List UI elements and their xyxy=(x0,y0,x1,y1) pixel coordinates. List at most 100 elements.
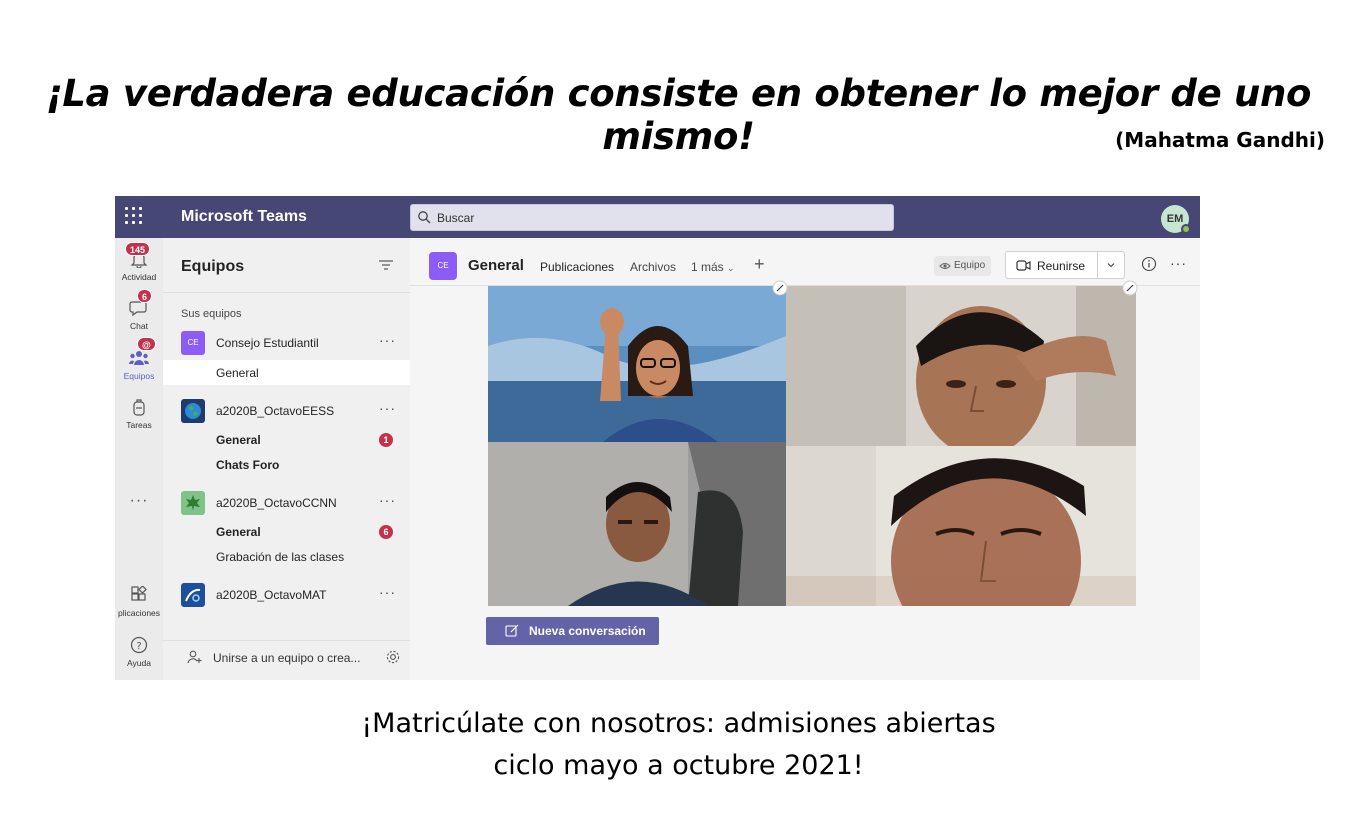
video-tile-participant-4 xyxy=(786,446,1136,606)
app-launcher-icon[interactable] xyxy=(125,207,143,225)
team-name: a2020B_OctavoMAT xyxy=(216,588,327,602)
join-create-team-row[interactable]: Unirse a un equipo o crea... xyxy=(163,640,410,670)
filter-icon[interactable] xyxy=(378,258,394,272)
rail-label-apps: plicaciones xyxy=(117,608,161,618)
promo-text: ¡Matricúlate con nosotros: admisiones ab… xyxy=(0,703,1357,787)
search-input[interactable]: Buscar xyxy=(410,204,894,231)
more-options-icon[interactable]: ··· xyxy=(379,400,396,416)
video-tile-participant-1 xyxy=(488,286,786,442)
rail-item-help[interactable]: ? Ayuda xyxy=(115,628,163,672)
team-chip-label: Equipo xyxy=(954,260,986,271)
more-apps-icon[interactable]: ··· xyxy=(115,492,163,510)
globe-icon xyxy=(185,403,201,419)
avatar[interactable]: EM xyxy=(1161,205,1191,234)
video-tile-participant-3 xyxy=(488,442,786,606)
video-call-image xyxy=(488,280,1138,606)
channel-header: CE General Publicaciones Archivos 1 más … xyxy=(410,238,1200,286)
rail-item-assignments[interactable]: Tareas xyxy=(115,390,163,434)
promo-line-2: ciclo mayo a octubre 2021! xyxy=(493,750,864,781)
section-label: Sus equipos xyxy=(181,308,242,320)
meet-button[interactable]: Reunirse xyxy=(1005,251,1125,279)
meet-split-divider xyxy=(1097,252,1098,278)
tab-publicaciones[interactable]: Publicaciones xyxy=(540,260,614,274)
app-rail: 145 Actividad 6 Chat @ Equipos Tareas ··… xyxy=(115,238,163,680)
unread-badge: 1 xyxy=(379,433,393,447)
avatar-initials: EM xyxy=(1166,213,1184,225)
rail-label-activity: Actividad xyxy=(121,272,157,282)
more-options-icon[interactable]: ··· xyxy=(379,492,396,508)
more-options-icon[interactable]: ··· xyxy=(379,332,396,348)
help-icon: ? xyxy=(130,636,148,654)
collapse-icon xyxy=(772,280,788,296)
compose-icon xyxy=(505,624,519,637)
new-conversation-label: Nueva conversación xyxy=(529,624,646,638)
rail-item-apps[interactable]: plicaciones xyxy=(115,578,163,622)
team-name: Consejo Estudiantil xyxy=(216,336,319,350)
new-conversation-button[interactable]: Nueva conversación xyxy=(486,617,659,645)
backpack-icon xyxy=(133,399,145,416)
channel-name: Grabación de las clases xyxy=(216,550,345,564)
tab-more-label: 1 más xyxy=(691,260,724,274)
rail-label-help: Ayuda xyxy=(127,658,151,668)
team-tile: CE xyxy=(181,331,205,355)
team-name: a2020B_OctavoEESS xyxy=(216,404,335,418)
rail-item-activity[interactable]: 145 Actividad xyxy=(115,242,163,286)
more-options-icon[interactable]: ··· xyxy=(379,584,396,600)
channel-item[interactable]: General 1 xyxy=(163,427,410,452)
panel-title: Equipos xyxy=(181,258,245,275)
channel-item[interactable]: Chats Foro xyxy=(163,452,410,477)
apps-icon xyxy=(131,586,147,601)
unread-badge: 6 xyxy=(379,525,393,539)
tab-archivos[interactable]: Archivos xyxy=(630,260,676,274)
search-icon xyxy=(418,211,431,224)
team-octavo-eess[interactable]: a2020B_OctavoEESS ··· xyxy=(163,396,410,426)
rail-label-chat: Chat xyxy=(130,321,148,331)
teams-list-panel: Equipos Sus equipos CE Consejo Estudiant… xyxy=(163,238,410,680)
team-visibility-chip[interactable]: Equipo xyxy=(934,256,992,276)
rail-label-teams: Equipos xyxy=(123,371,155,381)
collapse-icon xyxy=(1122,280,1138,296)
rail-label-assignments: Tareas xyxy=(126,420,152,430)
more-options-icon[interactable]: ··· xyxy=(1170,255,1187,271)
channel-item[interactable]: Grabación de las clases xyxy=(163,544,410,569)
eye-icon xyxy=(939,263,951,269)
join-team-label: Unirse a un equipo o crea... xyxy=(213,651,361,665)
presence-available-icon xyxy=(1181,224,1191,234)
chat-badge: 6 xyxy=(137,289,153,303)
search-placeholder: Buscar xyxy=(437,211,475,225)
team-tile xyxy=(181,491,205,515)
main-content: CE General Publicaciones Archivos 1 más … xyxy=(410,238,1200,680)
teams-mention-badge: @ xyxy=(137,337,156,351)
quote-author: (Mahatma Gandhi) xyxy=(1115,128,1325,152)
team-octavo-mat[interactable]: a2020B_OctavoMAT ··· xyxy=(163,580,410,610)
math-logo-icon xyxy=(185,588,201,602)
chevron-down-icon[interactable] xyxy=(1107,261,1115,269)
team-consejo-estudiantil[interactable]: CE Consejo Estudiantil ··· xyxy=(163,328,410,358)
meet-label: Reunirse xyxy=(1037,259,1086,273)
gear-icon[interactable] xyxy=(385,649,401,665)
team-octavo-ccnn[interactable]: a2020B_OctavoCCNN ··· xyxy=(163,488,410,518)
leaf-icon xyxy=(186,495,200,511)
channel-team-tile: CE xyxy=(429,252,457,280)
info-icon[interactable] xyxy=(1141,256,1157,272)
teams-topbar: Microsoft Teams Buscar EM xyxy=(115,196,1200,238)
activity-badge: 145 xyxy=(125,242,151,256)
chevron-down-icon: ⌄ xyxy=(727,263,735,273)
channel-item[interactable]: General xyxy=(163,360,410,385)
video-tile-participant-2 xyxy=(786,286,1136,446)
rail-item-chat[interactable]: 6 Chat xyxy=(115,289,163,335)
teams-window: Microsoft Teams Buscar EM 145 Actividad xyxy=(115,196,1200,680)
tab-more[interactable]: 1 más ⌄ xyxy=(691,260,735,274)
team-name: a2020B_OctavoCCNN xyxy=(216,496,337,510)
svg-text:?: ? xyxy=(136,641,141,652)
rail-item-teams[interactable]: @ Equipos xyxy=(115,337,163,385)
channel-name: Chats Foro xyxy=(216,458,280,472)
channel-name: General xyxy=(216,525,261,539)
channel-title: General xyxy=(468,257,524,274)
team-tile xyxy=(181,399,205,423)
channel-name: General xyxy=(216,366,259,380)
channel-item[interactable]: General 6 xyxy=(163,519,410,544)
add-tab-icon[interactable]: + xyxy=(754,254,765,275)
add-people-icon xyxy=(187,650,202,664)
team-tile xyxy=(181,583,205,607)
